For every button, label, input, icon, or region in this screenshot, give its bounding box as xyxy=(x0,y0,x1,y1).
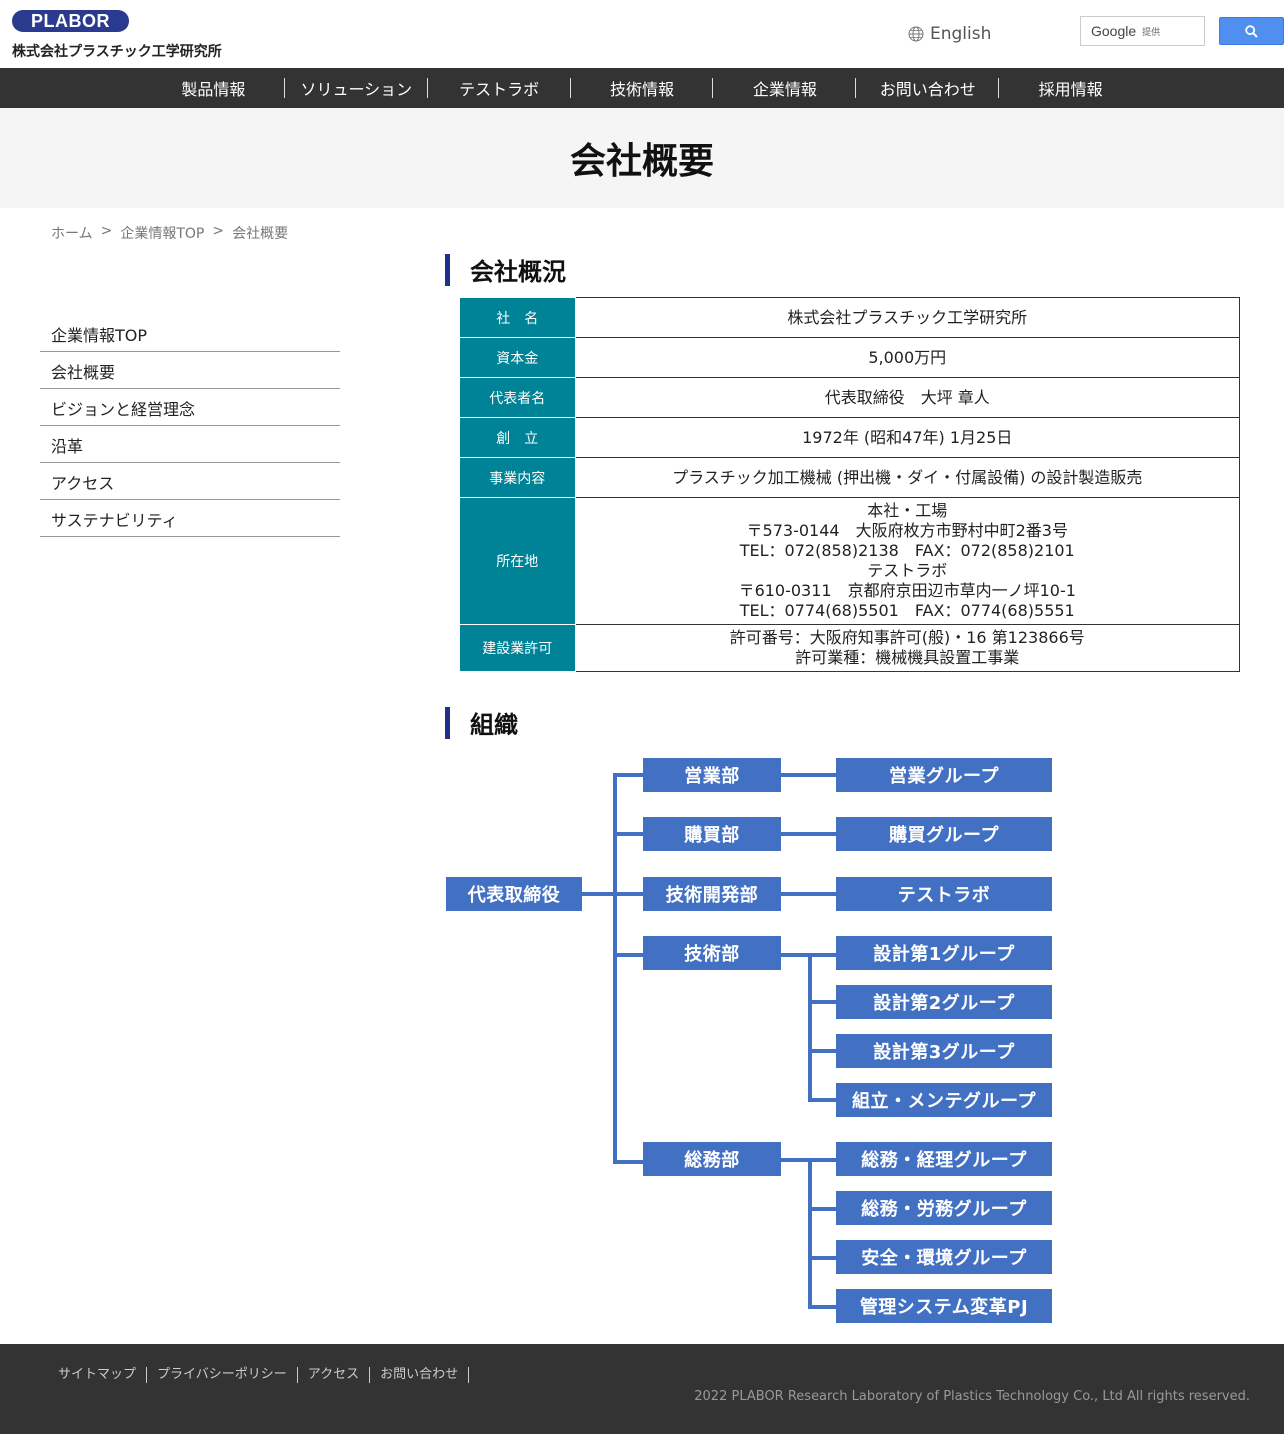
footer-link-privacy[interactable]: プライバシーポリシー xyxy=(157,1367,298,1383)
heading-bar xyxy=(445,253,450,286)
company-name[interactable]: 株式会社プラスチック工学研究所 xyxy=(12,41,222,61)
sidebar: 企業情報TOP 会社概要 ビジョンと経営理念 沿革 アクセス サステナビリティ xyxy=(40,315,340,537)
table-row: 所在地 本社・工場 〒573-0144 大阪府枚方市野村中町2番3号 TEL：0… xyxy=(460,497,1240,625)
table-row: 創 立 1972年 (昭和47年) 1月25日 xyxy=(460,417,1240,458)
table-row: 代表者名 代表取締役 大坪 章人 xyxy=(460,377,1240,418)
company-overview-table: 社 名 株式会社プラスチック工学研究所 資本金 5,000万円 代表者名 代表取… xyxy=(460,297,1240,672)
sidebar-item-overview[interactable]: 会社概要 xyxy=(40,352,340,389)
org-box-rnd-dept: 技術開発部 xyxy=(643,877,781,911)
nav-contact[interactable]: お問い合わせ xyxy=(856,68,1000,108)
nav-solutions[interactable]: ソリューション xyxy=(285,68,428,108)
address-line: 本社・工場 xyxy=(867,501,948,520)
breadcrumb: ホーム > 企業情報TOP > 会社概要 xyxy=(51,223,288,243)
row-label: 代表者名 xyxy=(460,377,576,418)
language-label: English xyxy=(930,24,992,44)
org-box-labor-group: 総務・労務グループ xyxy=(836,1191,1052,1225)
org-box-design-group-2: 設計第2グループ xyxy=(836,985,1052,1019)
address-line: 〒573-0144 大阪府枚方市野村中町2番3号 xyxy=(746,521,1068,540)
breadcrumb-company-top[interactable]: 企業情報TOP xyxy=(120,223,204,243)
org-box-accounting-group: 総務・経理グループ xyxy=(836,1142,1052,1176)
row-label: 所在地 xyxy=(460,497,576,625)
table-row: 建設業許可 許可番号：大阪府知事許可(般)・16 第123866号 許可業種：機… xyxy=(460,624,1240,672)
table-row: 資本金 5,000万円 xyxy=(460,337,1240,378)
breadcrumb-separator: > xyxy=(212,223,225,239)
license-line: 許可番号：大阪府知事許可(般)・16 第123866号 xyxy=(729,628,1085,647)
row-value: 5,000万円 xyxy=(574,337,1240,378)
nav-products[interactable]: 製品情報 xyxy=(142,68,285,108)
row-label: 社 名 xyxy=(460,297,576,338)
breadcrumb-home[interactable]: ホーム xyxy=(51,223,93,243)
organization-heading: 組織 xyxy=(445,705,518,740)
search-button[interactable] xyxy=(1219,17,1284,45)
address-line: 〒610-0311 京都府京田辺市草内一ノ坪10-1 xyxy=(738,581,1076,600)
address-line: TEL：0774(68)5501 FAX：0774(68)5551 xyxy=(739,601,1075,620)
title-band: 会社概要 xyxy=(0,108,1284,208)
google-brand: Google xyxy=(1091,23,1137,39)
org-chart: 代表取締役 営業部 購買部 技術開発部 技術部 総務部 営業グループ 購買グルー… xyxy=(440,750,1060,1330)
search-icon xyxy=(1245,24,1258,38)
address-line: TEL：072(858)2138 FAX：072(858)2101 xyxy=(739,541,1075,560)
sidebar-item-company-top[interactable]: 企業情報TOP xyxy=(40,315,340,352)
row-label: 建設業許可 xyxy=(460,624,576,672)
nav-testlab[interactable]: テストラボ xyxy=(428,68,571,108)
row-value: 1972年 (昭和47年) 1月25日 xyxy=(574,417,1240,458)
row-value: 株式会社プラスチック工学研究所 xyxy=(574,297,1240,338)
row-label: 事業内容 xyxy=(460,457,576,498)
footer-links: サイトマップ プライバシーポリシー アクセス お問い合わせ xyxy=(58,1367,479,1383)
license-line: 許可業種：機械機具設置工事業 xyxy=(795,648,1020,667)
main-nav: 製品情報 ソリューション テストラボ 技術情報 企業情報 お問い合わせ 採用情報 xyxy=(0,68,1284,108)
sidebar-item-vision[interactable]: ビジョンと経営理念 xyxy=(40,389,340,426)
org-box-testlab: テストラボ xyxy=(836,877,1052,911)
language-switch[interactable]: English xyxy=(908,24,991,44)
nav-company[interactable]: 企業情報 xyxy=(713,68,857,108)
org-box-purchasing-dept: 購買部 xyxy=(643,817,781,851)
org-box-safety-group: 安全・環境グループ xyxy=(836,1240,1052,1274)
organization-heading-text: 組織 xyxy=(470,711,518,739)
org-box-engineering-dept: 技術部 xyxy=(643,936,781,970)
row-value: 代表取締役 大坪 章人 xyxy=(574,377,1240,418)
org-box-purchasing-group: 購買グループ xyxy=(836,817,1052,851)
globe-icon xyxy=(908,26,924,42)
table-row: 事業内容 プラスチック加工機械 (押出機・ダイ・付属設備) の設計製造販売 xyxy=(460,457,1240,498)
footer-link-contact[interactable]: お問い合わせ xyxy=(380,1367,470,1383)
copyright: 2022 PLABOR Research Laboratory of Plast… xyxy=(694,1389,1250,1404)
site-header: PLABOR 株式会社プラスチック工学研究所 English Google 提供 xyxy=(0,0,1284,68)
plabor-logo[interactable]: PLABOR xyxy=(12,10,129,32)
org-box-management-pj: 管理システム変革PJ xyxy=(836,1289,1052,1323)
heading-bar xyxy=(445,706,450,739)
nav-recruit[interactable]: 採用情報 xyxy=(999,68,1142,108)
row-value: 本社・工場 〒573-0144 大阪府枚方市野村中町2番3号 TEL：072(8… xyxy=(574,497,1240,625)
row-label: 創 立 xyxy=(460,417,576,458)
row-value: 許可番号：大阪府知事許可(般)・16 第123866号 許可業種：機械機具設置工… xyxy=(574,624,1240,672)
org-box-sales-group: 営業グループ xyxy=(836,758,1052,792)
overview-heading-text: 会社概況 xyxy=(470,258,566,286)
sidebar-item-access[interactable]: アクセス xyxy=(40,463,340,500)
org-box-sales-dept: 営業部 xyxy=(643,758,781,792)
page-title: 会社概要 xyxy=(569,141,714,182)
breadcrumb-separator: > xyxy=(100,223,113,239)
sidebar-item-sustainability[interactable]: サステナビリティ xyxy=(40,500,340,537)
breadcrumb-current: 会社概要 xyxy=(232,226,289,242)
sidebar-item-history[interactable]: 沿革 xyxy=(40,426,340,463)
org-box-assembly-group: 組立・メンテグループ xyxy=(836,1083,1052,1117)
org-box-general-affairs-dept: 総務部 xyxy=(643,1142,781,1176)
row-value: プラスチック加工機械 (押出機・ダイ・付属設備) の設計製造販売 xyxy=(574,457,1240,498)
row-label: 資本金 xyxy=(460,337,576,378)
search-input[interactable]: Google 提供 xyxy=(1080,16,1205,46)
table-row: 社 名 株式会社プラスチック工学研究所 xyxy=(460,297,1240,338)
org-box-design-group-3: 設計第3グループ xyxy=(836,1034,1052,1068)
footer-link-sitemap[interactable]: サイトマップ xyxy=(58,1367,148,1383)
overview-heading: 会社概況 xyxy=(445,252,566,287)
search-provided-label: 提供 xyxy=(1142,27,1161,38)
nav-technical[interactable]: 技術情報 xyxy=(571,68,714,108)
org-box-president: 代表取締役 xyxy=(446,877,582,911)
org-box-design-group-1: 設計第1グループ xyxy=(836,936,1052,970)
site-footer: サイトマップ プライバシーポリシー アクセス お問い合わせ 2022 PLABO… xyxy=(0,1344,1284,1434)
footer-link-access[interactable]: アクセス xyxy=(308,1367,371,1383)
address-line: テストラボ xyxy=(867,561,948,580)
